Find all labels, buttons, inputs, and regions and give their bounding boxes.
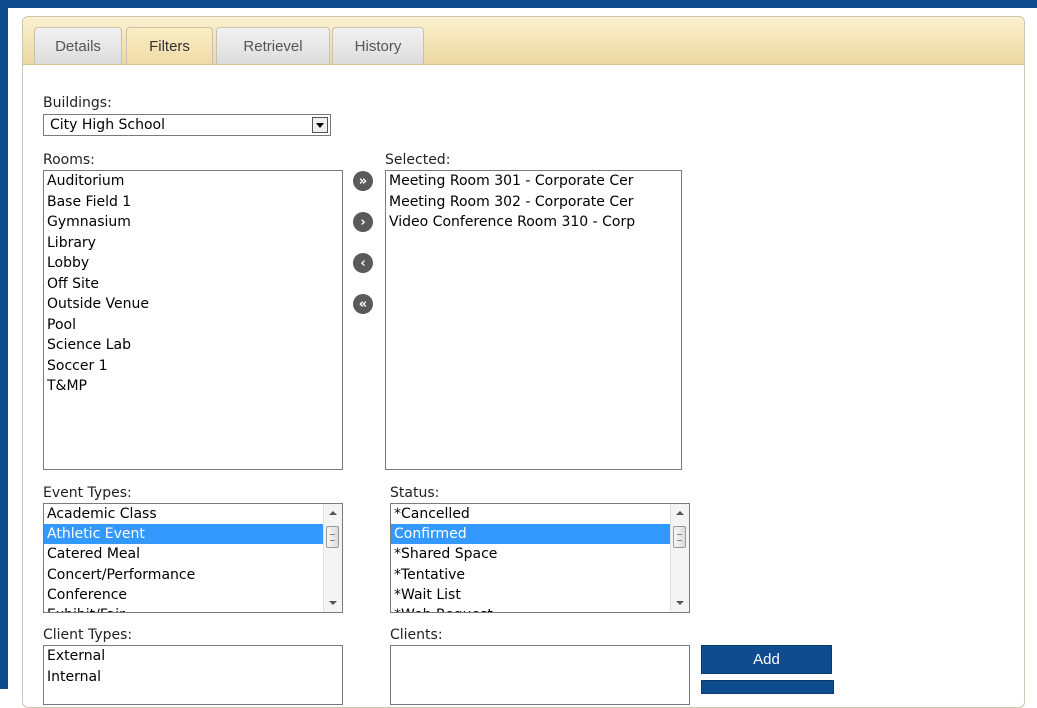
room-option[interactable]: Outside Venue [44, 294, 342, 315]
clients-listbox[interactable] [390, 645, 690, 705]
status-scrollbar[interactable] [670, 504, 689, 612]
second-client-button[interactable] [701, 680, 834, 694]
selected-room-option[interactable]: Meeting Room 301 - Corporate Cer [386, 171, 681, 192]
add-client-button[interactable]: Add [701, 645, 832, 674]
scroll-down-icon[interactable] [671, 594, 689, 612]
room-option[interactable]: Soccer 1 [44, 356, 342, 377]
status-option[interactable]: *Tentative [391, 565, 671, 585]
client-type-option[interactable]: Internal [44, 667, 342, 688]
room-option[interactable]: Pool [44, 315, 342, 336]
room-option[interactable]: Lobby [44, 253, 342, 274]
rooms-items: Auditorium Base Field 1 Gymnasium Library Lo… [44, 171, 342, 397]
room-option[interactable]: Library [44, 233, 342, 254]
double-chevron-right-icon: » [358, 173, 368, 189]
rooms-label: Rooms: [43, 152, 95, 168]
tab-history[interactable]: History [332, 27, 424, 64]
status-option[interactable]: Confirmed [391, 524, 671, 545]
remove-all-button[interactable]: « [353, 294, 373, 314]
tab-retrievel[interactable]: Retrievel [216, 27, 330, 64]
room-option[interactable]: Auditorium [44, 171, 342, 192]
double-chevron-left-icon: « [358, 296, 368, 312]
status-option[interactable]: *Shared Space [391, 544, 671, 564]
room-option[interactable]: Base Field 1 [44, 192, 342, 213]
status-label: Status: [390, 485, 440, 501]
selected-listbox[interactable]: Meeting Room 301 - Corporate Cer Meeting … [385, 170, 682, 470]
rooms-listbox[interactable]: Auditorium Base Field 1 Gymnasium Library Lo… [43, 170, 343, 470]
status-items: *Cancelled Confirmed *Shared Space *Tentati… [391, 504, 671, 612]
scroll-thumb[interactable] [673, 526, 686, 548]
selected-room-option[interactable]: Video Conference Room 310 - Corp [386, 212, 681, 233]
chevron-down-icon[interactable] [312, 117, 328, 133]
buildings-select[interactable]: City High School [43, 114, 331, 136]
tab-details[interactable]: Details [34, 27, 122, 64]
scroll-up-icon[interactable] [324, 504, 342, 522]
status-option[interactable]: *Web Request [391, 605, 671, 612]
status-option[interactable]: *Wait List [391, 585, 671, 605]
event-type-option[interactable]: Exhibit/Fair [44, 605, 324, 612]
event-types-listbox[interactable]: Academic Class Athletic Event Catered Meal… [43, 503, 343, 613]
tab-bar: Details Filters Retrievel History [23, 17, 1024, 65]
room-option[interactable]: Gymnasium [44, 212, 342, 233]
buildings-select-value: City High School [50, 117, 165, 133]
client-types-listbox[interactable]: External Internal [43, 645, 343, 705]
tab-filters[interactable]: Filters [126, 27, 213, 64]
selected-room-option[interactable]: Meeting Room 302 - Corporate Cer [386, 192, 681, 213]
event-type-option[interactable]: Athletic Event [44, 524, 324, 545]
client-types-items: External Internal [44, 646, 342, 687]
remove-selected-button[interactable]: ‹ [353, 253, 373, 273]
add-all-button[interactable]: » [353, 171, 373, 191]
client-types-label: Client Types: [43, 627, 133, 643]
status-option[interactable]: *Cancelled [391, 504, 671, 524]
clients-label: Clients: [390, 627, 443, 643]
chevron-right-icon: › [360, 214, 366, 230]
event-type-option[interactable]: Catered Meal [44, 544, 324, 564]
selected-items: Meeting Room 301 - Corporate Cer Meeting … [386, 171, 681, 233]
scroll-thumb[interactable] [326, 526, 339, 548]
event-type-option[interactable]: Conference [44, 585, 324, 605]
room-option[interactable]: Off Site [44, 274, 342, 295]
chevron-left-icon: ‹ [360, 255, 366, 271]
event-types-label: Event Types: [43, 485, 132, 501]
room-option[interactable]: Science Lab [44, 335, 342, 356]
scroll-up-icon[interactable] [671, 504, 689, 522]
client-type-option[interactable]: External [44, 646, 342, 667]
event-types-items: Academic Class Athletic Event Catered Meal… [44, 504, 324, 612]
selected-label: Selected: [385, 152, 451, 168]
room-option[interactable]: T&MP [44, 376, 342, 397]
window-left-border [0, 0, 8, 689]
window-top-border [0, 0, 1037, 8]
event-types-scrollbar[interactable] [323, 504, 342, 612]
add-selected-button[interactable]: › [353, 212, 373, 232]
event-type-option[interactable]: Concert/Performance [44, 565, 324, 585]
buildings-label: Buildings: [43, 95, 112, 111]
status-listbox[interactable]: *Cancelled Confirmed *Shared Space *Tentati… [390, 503, 690, 613]
event-type-option[interactable]: Academic Class [44, 504, 324, 524]
scroll-down-icon[interactable] [324, 594, 342, 612]
